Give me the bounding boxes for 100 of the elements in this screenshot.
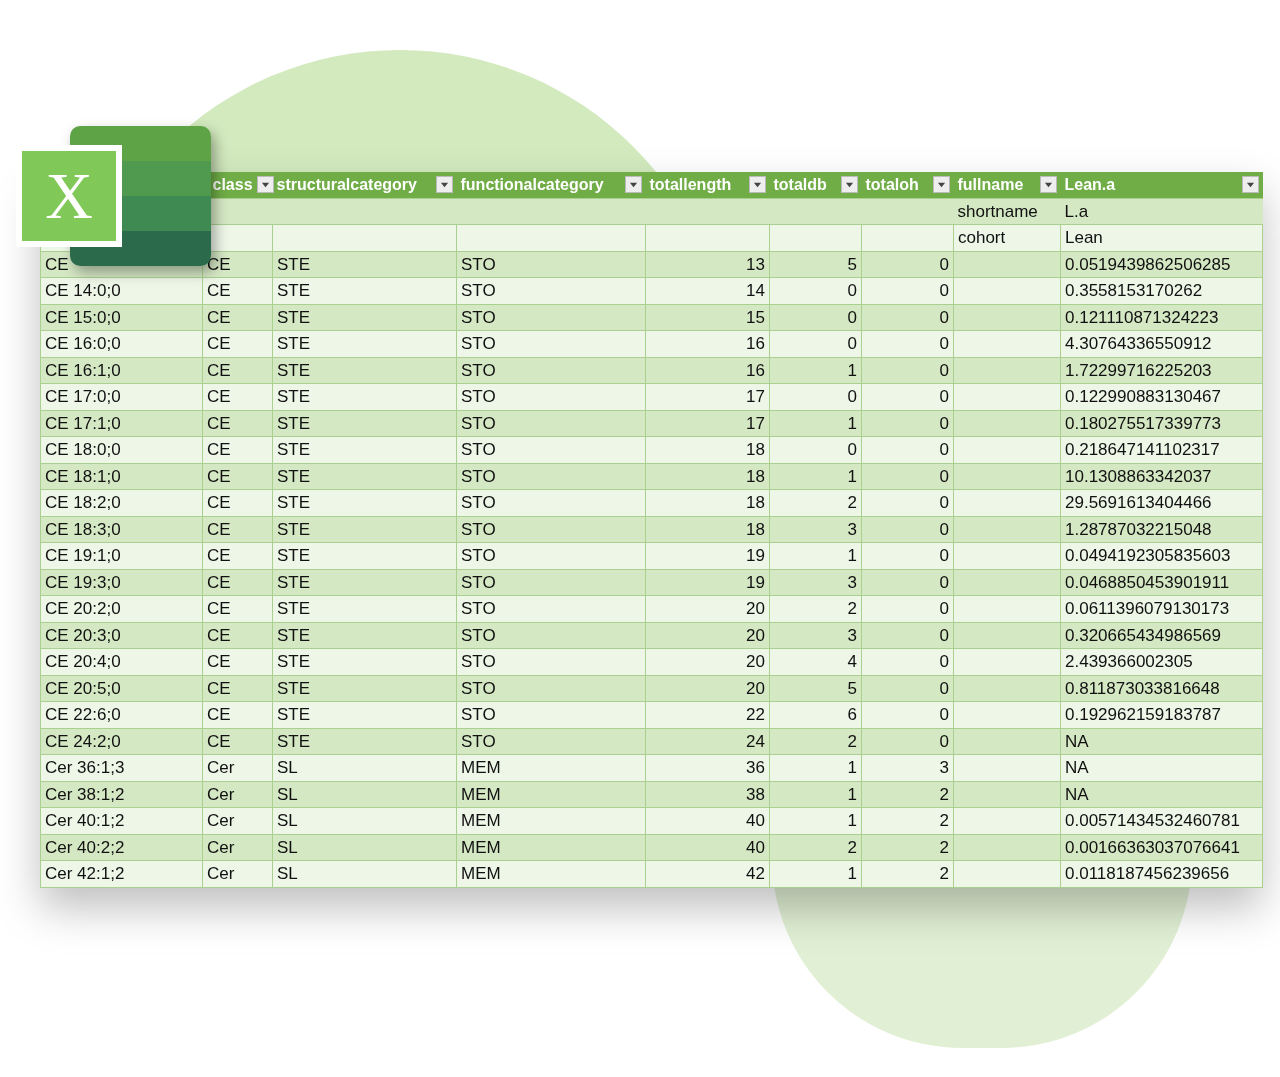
caret-icon [844, 180, 854, 190]
table-cell: Lean [1065, 228, 1103, 247]
table-cell: STE [277, 387, 311, 406]
table-cell: shortname [957, 201, 1038, 221]
table-cell: 15 [746, 307, 765, 327]
filter-button[interactable] [748, 176, 766, 194]
table-cell: 3 [847, 519, 857, 539]
table-cell: CE 19:3;0 [45, 572, 121, 592]
table-cell: CE [207, 413, 231, 433]
table-cell: CE [207, 625, 231, 645]
table-cell: 0.218647141102317 [1065, 440, 1220, 459]
filter-button[interactable] [932, 176, 950, 194]
filter-button[interactable] [624, 176, 642, 194]
table-cell: STE [277, 254, 311, 274]
table-cell: 3 [939, 758, 949, 777]
table-cell: STO [461, 493, 496, 512]
table-cell: 0 [939, 387, 949, 406]
table-cell: 0 [939, 519, 949, 539]
table-cell: 0.0519439862506285 [1065, 254, 1231, 274]
table-cell: STE [277, 493, 311, 512]
table-cell: 0 [939, 652, 949, 671]
table-cell: 0.0468850453901911 [1065, 572, 1230, 592]
table-cell: STE [277, 440, 311, 459]
table-cell: STO [461, 625, 496, 645]
table-cell: cohort [958, 228, 1006, 247]
table-cell: 0 [939, 254, 949, 274]
table-cell: CE 16:0;0 [45, 334, 121, 353]
table-cell: 1 [847, 811, 857, 830]
table-cell: 0 [939, 466, 949, 486]
table-cell: STO [461, 413, 496, 433]
table-cell: 1 [847, 784, 857, 804]
table-cell: STE [277, 413, 311, 433]
table-cell: STO [461, 466, 496, 486]
table-cell: 4.30764336550912 [1065, 334, 1212, 353]
table-cell: Cer [207, 784, 235, 804]
table-cell: 3 [847, 625, 857, 645]
table-cell: CE 18:0;0 [45, 440, 121, 459]
table-cell: 2 [847, 493, 857, 512]
table-cell: 16 [746, 360, 765, 380]
table-cell: 22 [746, 705, 765, 724]
table-cell: STO [461, 440, 496, 459]
table-cell: STE [277, 625, 311, 645]
table-cell: STO [461, 360, 496, 380]
table-cell: 17 [746, 387, 765, 406]
table-cell: 20 [746, 652, 765, 671]
table-cell: STO [461, 307, 496, 327]
table-cell: CE 20:5;0 [45, 678, 121, 698]
table-cell: CE 20:3;0 [45, 625, 121, 645]
column-header: structuralcategory [276, 174, 417, 195]
table-cell: 0 [939, 493, 949, 512]
table-cell: STE [277, 360, 311, 380]
table-cell: 0 [939, 731, 949, 751]
filter-button[interactable] [1241, 176, 1259, 194]
table-cell: 0 [939, 281, 949, 300]
table-cell: 0 [939, 440, 949, 459]
table-cell: CE [45, 254, 69, 274]
table-cell: 1 [847, 413, 857, 433]
table-cell: CE [207, 599, 231, 618]
column-header: Lean.a [1064, 174, 1116, 195]
table-cell: SL [277, 758, 298, 777]
table-cell: CE 20:2;0 [45, 599, 121, 618]
filter-button[interactable] [256, 176, 274, 194]
table-cell: Cer [207, 837, 235, 857]
table-cell: STO [461, 599, 496, 618]
table-cell: CE 18:1;0 [45, 466, 121, 486]
table-cell: 38 [746, 784, 765, 804]
table-cell: STE [277, 281, 311, 300]
filter-button[interactable] [1039, 176, 1057, 194]
table-cell: STO [461, 387, 496, 406]
table-cell: STO [461, 254, 496, 274]
table-cell: CE [207, 307, 231, 327]
table-cell: CE 15:0;0 [45, 307, 121, 327]
table-cell: CE [207, 334, 231, 353]
table-cell: 0 [847, 281, 857, 300]
logo-letter: X [22, 151, 116, 241]
table-cell: CE 17:0;0 [45, 387, 121, 406]
filter-button[interactable] [435, 176, 453, 194]
table-cell: 18 [746, 466, 765, 486]
table-cell: NA [1065, 784, 1089, 804]
table-cell: 16 [746, 334, 765, 353]
table-cell: 0 [847, 387, 857, 406]
table-cell: 0 [939, 572, 949, 592]
table-cell: 0.320665434986569 [1065, 625, 1221, 645]
table-cell: STO [461, 519, 496, 539]
table-cell: STE [277, 572, 311, 592]
filter-button[interactable] [840, 176, 858, 194]
table-cell: SL [277, 811, 298, 830]
table-cell: 0 [847, 307, 857, 327]
table-cell: 0.00166363037076641 [1065, 837, 1240, 857]
table-cell: Cer [207, 758, 235, 777]
table-cell: STE [277, 519, 311, 539]
table-cell: 0 [939, 413, 949, 433]
table-cell: 24 [746, 731, 765, 751]
caret-icon [936, 180, 946, 190]
table-cell: 5 [847, 678, 857, 698]
table-cell: CE [207, 678, 231, 698]
table-cell: 18 [746, 519, 765, 539]
table-cell: STE [277, 546, 311, 565]
table-cell: STO [461, 652, 496, 671]
table-cell: 36 [746, 758, 765, 777]
